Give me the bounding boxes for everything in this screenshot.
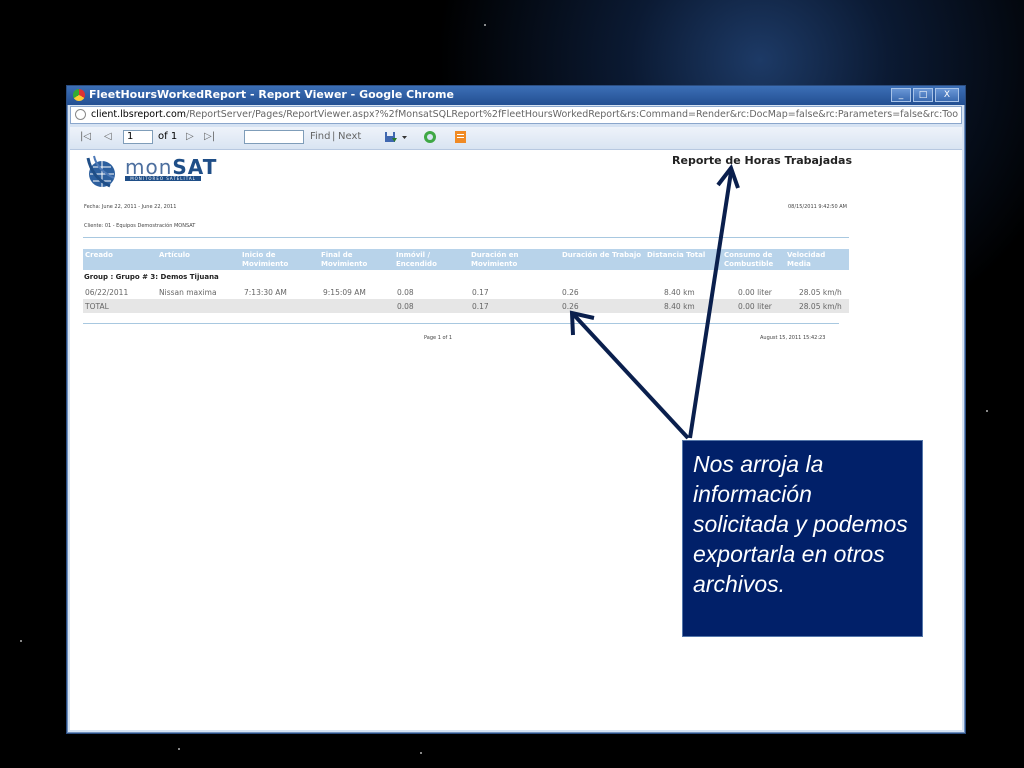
- arrow-to-title: [688, 171, 733, 439]
- annotation-arrows: [569, 163, 740, 440]
- callout-box: Nos arroja la información solicitada y p…: [682, 440, 923, 637]
- arrow-to-table: [572, 313, 690, 440]
